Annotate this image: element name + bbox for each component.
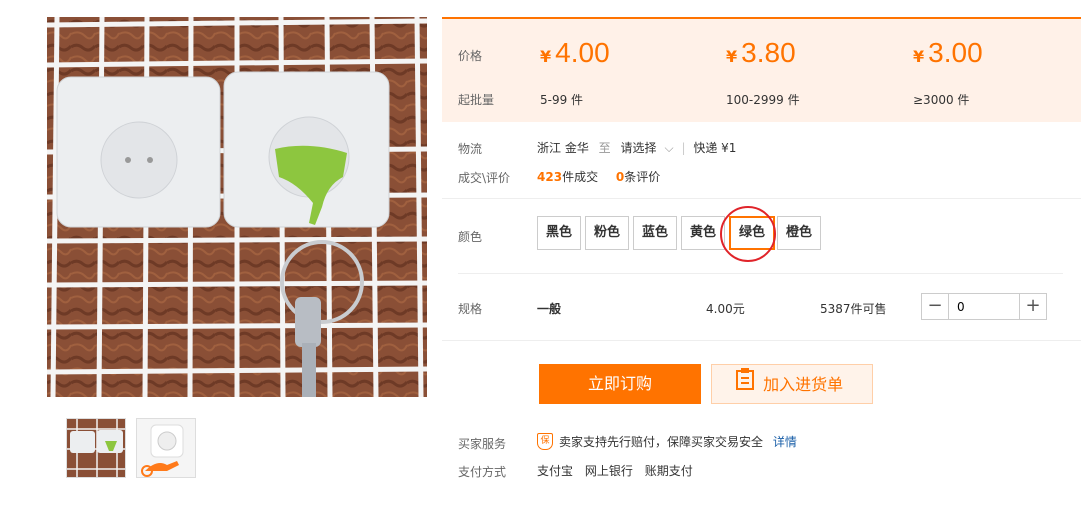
tier-range: ≥3000 件 <box>913 93 970 107</box>
payment-methods: 支付宝 网上银行 账期支付 <box>537 462 693 479</box>
review-count: 0 <box>615 170 625 184</box>
service-label: 买家服务 <box>458 437 507 451</box>
product-photo <box>47 17 427 397</box>
color-option-pink[interactable]: 粉色 <box>585 216 630 250</box>
minus-button[interactable]: − <box>922 294 948 319</box>
price-label: 价格 <box>458 49 483 63</box>
divider <box>458 273 1063 274</box>
origin-text: 浙江 金华 <box>537 141 589 155</box>
color-option-orange[interactable]: 橙色 <box>777 216 822 250</box>
sold-suffix: 件成交 <box>562 170 599 184</box>
service-info: 保卖家支持先行赔付，保障买家交易安全 详情 <box>537 433 797 450</box>
shipping-fee: 快递 ¥1 <box>693 141 737 155</box>
shield-icon: 保 <box>537 433 553 450</box>
tier-price: 3.00 <box>928 37 983 68</box>
payment-label: 支付方式 <box>458 465 507 479</box>
plus-button[interactable]: + <box>1020 294 1046 319</box>
color-option-blue[interactable]: 蓝色 <box>633 216 678 250</box>
spec-stock: 5387件可售 <box>820 302 887 316</box>
deals-label: 成交\评价 <box>458 171 511 185</box>
destination-value: 请选择 <box>620 141 657 155</box>
logistics-info: 浙江 金华 至 请选择 ⌵ | 快递 ¥1 <box>537 139 736 156</box>
deals-info: 423件成交 0条评价 <box>537 168 660 185</box>
tier-range: 100-2999 件 <box>726 93 800 107</box>
chevron-down-icon: ⌵ <box>664 141 674 155</box>
currency-symbol: ¥ <box>913 47 925 66</box>
price-tier-2: ¥3.80 <box>726 37 796 69</box>
moq-label: 起批量 <box>458 93 495 107</box>
payment-method-bank: 网上银行 <box>584 464 633 478</box>
logistics-label: 物流 <box>458 142 483 156</box>
divider: | <box>681 141 686 155</box>
order-now-button[interactable]: 立即订购 <box>539 364 701 404</box>
payment-method-alipay: 支付宝 <box>537 464 574 478</box>
color-option-yellow[interactable]: 黄色 <box>681 216 726 250</box>
destination-select[interactable]: 请选择 ⌵ <box>621 141 674 155</box>
thumbnail-1[interactable] <box>66 418 126 478</box>
payment-method-credit: 账期支付 <box>644 464 693 478</box>
divider <box>442 340 1081 341</box>
sold-count: 423 <box>537 170 563 184</box>
add-to-cart-button[interactable]: 加入进货单 <box>711 364 873 404</box>
cart-label: 加入进货单 <box>763 374 844 394</box>
quantity-input[interactable] <box>948 294 1020 319</box>
tier-range: 5-99 件 <box>540 93 584 107</box>
spec-label: 规格 <box>458 302 483 316</box>
color-option-green[interactable]: 绿色 <box>729 216 776 250</box>
divider <box>442 198 1081 199</box>
main-product-image <box>47 17 427 397</box>
currency-symbol: ¥ <box>540 47 552 66</box>
color-option-black[interactable]: 黑色 <box>537 216 582 250</box>
details-link[interactable]: 详情 <box>773 435 797 449</box>
spec-name: 一般 <box>537 302 562 316</box>
review-suffix: 条评价 <box>624 170 661 184</box>
currency-symbol: ¥ <box>726 47 738 66</box>
price-tier-1: ¥4.00 <box>540 37 610 69</box>
clipboard-icon <box>736 366 754 404</box>
tier-price: 4.00 <box>555 37 610 68</box>
color-label: 颜色 <box>458 230 483 244</box>
spec-price: 4.00元 <box>706 302 745 316</box>
thumbnail-2[interactable] <box>136 418 196 478</box>
tier-price: 3.80 <box>741 37 796 68</box>
service-text: 卖家支持先行赔付，保障买家交易安全 <box>559 435 764 449</box>
to-text: 至 <box>598 141 611 155</box>
quantity-stepper: − + <box>921 293 1047 320</box>
price-tier-3: ¥3.00 <box>913 37 983 69</box>
